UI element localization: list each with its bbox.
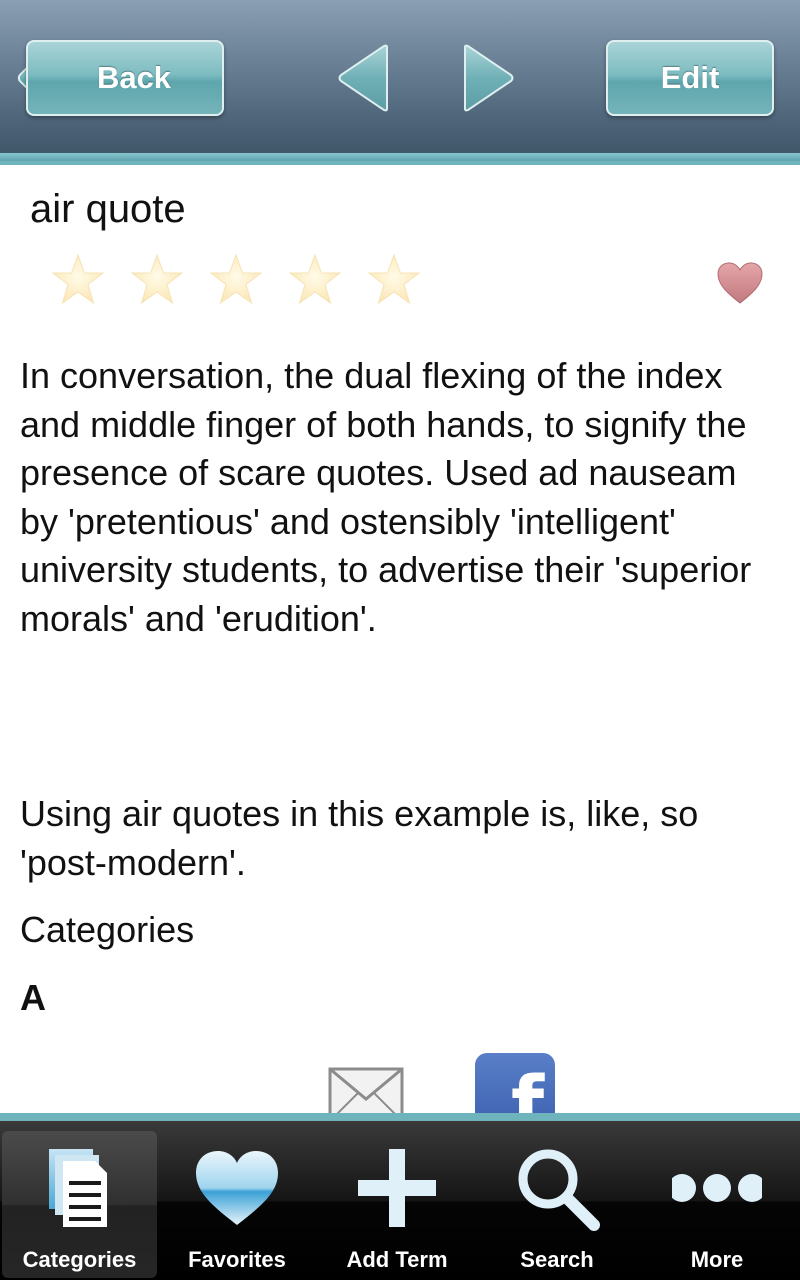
edit-button[interactable]: Edit (606, 40, 774, 116)
tab-label: Add Term (346, 1247, 448, 1272)
facebook-icon[interactable]: f (475, 1053, 555, 1113)
star-icon[interactable] (50, 253, 106, 309)
tab-bar: Categories Favorites Add Term Search Mor… (0, 1113, 800, 1280)
star-icon[interactable] (287, 253, 343, 309)
tab-favorites[interactable]: Favorites (157, 1121, 317, 1280)
back-button[interactable]: Back (26, 40, 224, 116)
tab-search[interactable]: Search (477, 1121, 637, 1280)
term-detail: air quote In conversation, the dual flex… (0, 165, 800, 1113)
rating-stars[interactable] (50, 253, 422, 309)
back-button-label: Back (96, 60, 172, 95)
tab-label: Favorites (188, 1247, 286, 1272)
star-icon[interactable] (366, 253, 422, 309)
favorite-heart-icon[interactable] (716, 261, 764, 305)
arrow-right-icon (464, 44, 514, 112)
edit-button-label: Edit (660, 60, 720, 95)
tab-more[interactable]: More (637, 1121, 797, 1280)
arrow-left-icon (338, 44, 388, 112)
tab-categories[interactable]: Categories (2, 1131, 157, 1278)
plus-icon (352, 1143, 442, 1233)
star-icon[interactable] (129, 253, 185, 309)
next-term-button[interactable] (463, 44, 515, 112)
star-icon[interactable] (208, 253, 264, 309)
categories-heading: Categories (20, 909, 195, 950)
category-link[interactable]: A (20, 977, 46, 1019)
envelope-icon[interactable] (328, 1067, 404, 1113)
heart-icon (192, 1143, 282, 1233)
term-example: Using air quotes in this example is, lik… (20, 793, 699, 883)
tab-label: Search (520, 1247, 594, 1272)
navigation-bar: Back Edit (0, 0, 800, 165)
search-icon (512, 1143, 602, 1233)
tab-add-term[interactable]: Add Term (317, 1121, 477, 1280)
term-definition: In conversation, the dual flexing of the… (20, 355, 762, 639)
more-dots-icon (668, 1143, 766, 1233)
facebook-glyph: f (511, 1059, 545, 1113)
tab-label: Categories (22, 1247, 137, 1272)
term-title: air quote (30, 187, 186, 231)
previous-term-button[interactable] (337, 44, 389, 112)
categories-icon (35, 1143, 125, 1233)
tab-label: More (690, 1247, 744, 1272)
